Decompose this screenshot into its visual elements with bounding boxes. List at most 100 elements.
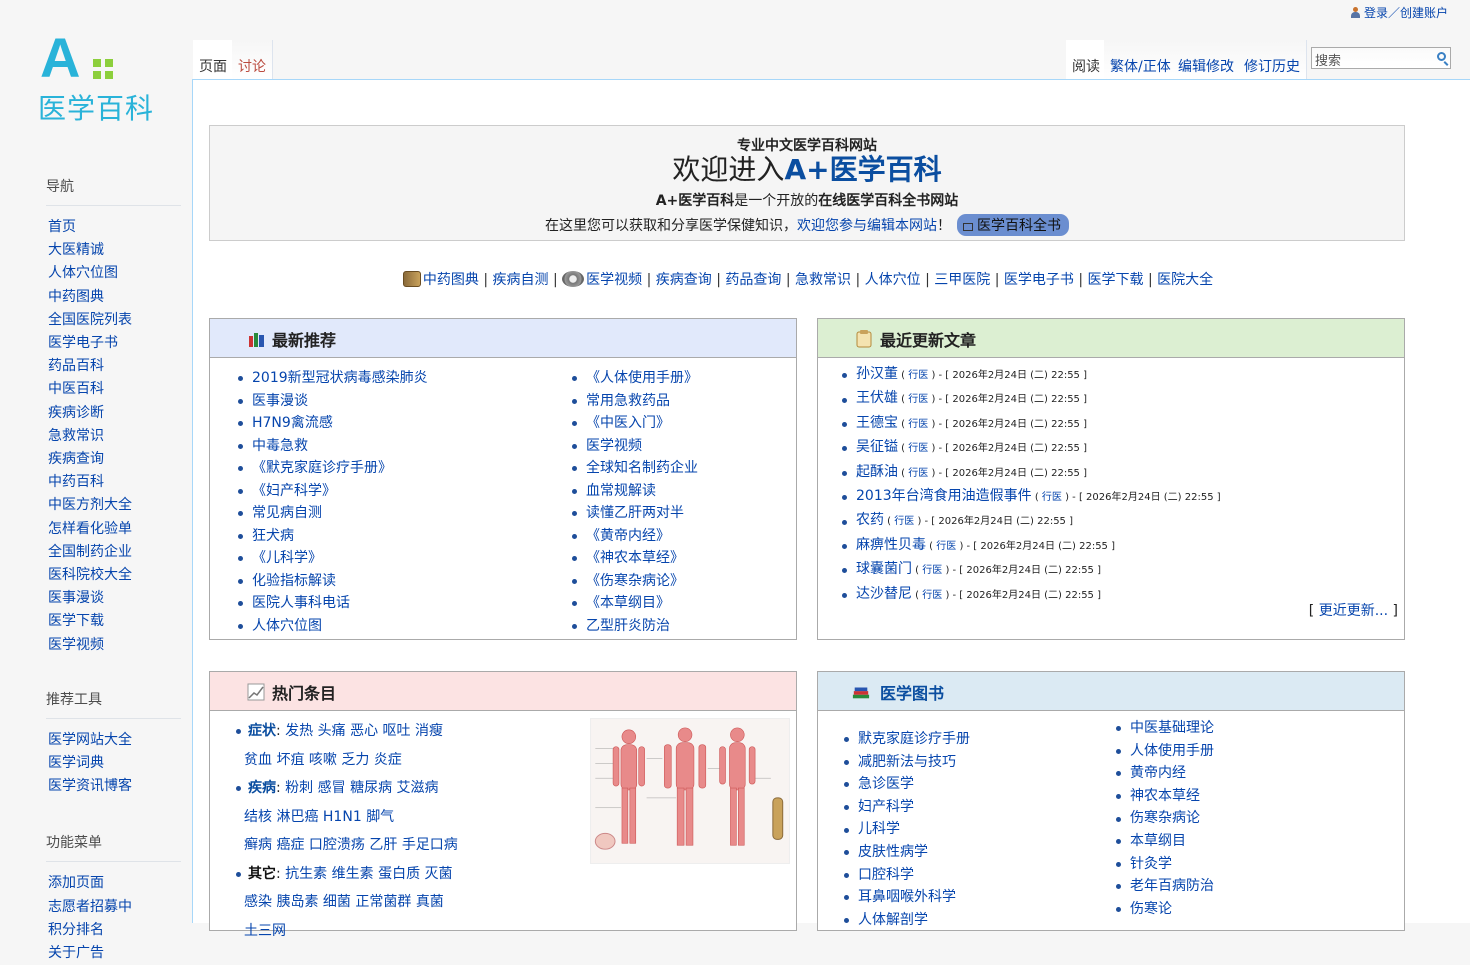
latest-article-link[interactable]: 2019新型冠状病毒感染肺炎 (252, 370, 428, 386)
book-link[interactable]: 耳鼻咽喉外科学 (858, 889, 956, 905)
search-input[interactable]: 搜索 (1311, 47, 1451, 69)
book-link[interactable]: 针灸学 (1130, 856, 1172, 872)
book-link[interactable]: 默克家庭诊疗手册 (858, 731, 970, 747)
disease-link[interactable]: 乙肝 (369, 837, 397, 853)
sidebar-nav-link[interactable]: 全国制药企业 (48, 544, 132, 560)
quick-link[interactable]: 人体穴位 (865, 272, 921, 288)
disease-link[interactable]: 口腔溃疡 (309, 837, 365, 853)
latest-article-link[interactable]: 常见病自测 (252, 505, 322, 521)
tab-history[interactable]: 修订历史 (1238, 40, 1307, 80)
latest-article-link[interactable]: 《默克家庭诊疗手册》 (252, 460, 392, 476)
latest-article-link[interactable]: 读懂乙肝两对半 (586, 505, 684, 521)
sidebar-tool-link[interactable]: 医学词典 (48, 755, 104, 771)
book-link[interactable]: 伤寒杂病论 (1130, 810, 1200, 826)
disease-link[interactable]: 脚气 (366, 809, 394, 825)
other-term-link[interactable]: 蛋白质 (378, 866, 420, 882)
tab-page[interactable]: 页面 (193, 40, 234, 80)
book-link[interactable]: 减肥新法与技巧 (858, 754, 956, 770)
tab-edit[interactable]: 编辑修改 (1172, 40, 1241, 80)
symptom-link[interactable]: 恶心 (350, 723, 378, 739)
book-link[interactable]: 人体解剖学 (858, 912, 928, 928)
latest-article-link[interactable]: 《儿科学》 (252, 550, 322, 566)
sidebar-nav-link[interactable]: 急救常识 (48, 428, 104, 444)
sidebar-nav-link[interactable]: 中药图典 (48, 289, 104, 305)
sidebar-tool-link[interactable]: 医学网站大全 (48, 732, 132, 748)
symptom-link[interactable]: 消瘦 (415, 723, 443, 739)
latest-article-link[interactable]: 中毒急救 (252, 438, 308, 454)
latest-article-link[interactable]: 血常规解读 (586, 483, 656, 499)
latest-article-link[interactable]: 医事漫谈 (252, 393, 308, 409)
disease-link[interactable]: 糖尿病 (350, 780, 392, 796)
other-term-link[interactable]: 胰岛素 (276, 894, 318, 910)
latest-article-link[interactable]: 《中医入门》 (586, 415, 670, 431)
latest-article-link[interactable]: 《伤寒杂病论》 (586, 573, 684, 589)
quick-link[interactable]: 急救常识 (795, 272, 851, 288)
recent-article-link[interactable]: 农药 (856, 512, 884, 528)
symptom-link[interactable]: 发热 (285, 723, 313, 739)
sidebar-nav-link[interactable]: 医事漫谈 (48, 590, 104, 606)
sidebar-nav-link[interactable]: 人体穴位图 (48, 265, 118, 281)
latest-article-link[interactable]: 医院人事科电话 (252, 595, 350, 611)
sidebar-nav-link[interactable]: 疾病诊断 (48, 405, 104, 421)
recent-article-link[interactable]: 吴征镒 (856, 439, 898, 455)
book-link[interactable]: 人体使用手册 (1130, 743, 1214, 759)
sidebar-nav-link[interactable]: 药品百科 (48, 358, 104, 374)
encyclopedia-button[interactable]: 医学百科全书 (957, 214, 1069, 236)
quick-link[interactable]: 医学下载 (1088, 272, 1144, 288)
symptom-link[interactable]: 呕吐 (383, 723, 411, 739)
other-term-link[interactable]: 正常菌群 (355, 894, 411, 910)
book-link[interactable]: 神农本草经 (1130, 788, 1200, 804)
user-login-link[interactable]: 登录／创建账户 (1350, 4, 1448, 21)
more-updates-link[interactable]: 更近更新... (1319, 603, 1388, 619)
recent-user-tag[interactable]: 行医 (922, 590, 942, 601)
book-link[interactable]: 口腔科学 (858, 867, 914, 883)
recent-article-link[interactable]: 麻痹性贝毒 (856, 537, 926, 553)
book-link[interactable]: 妇产科学 (858, 799, 914, 815)
quick-link[interactable]: 医学电子书 (1004, 272, 1074, 288)
latest-article-link[interactable]: 《人体使用手册》 (586, 370, 698, 386)
book-link[interactable]: 本草纲目 (1130, 833, 1186, 849)
sidebar-nav-link[interactable]: 医学视频 (48, 637, 104, 653)
sidebar-tool-link[interactable]: 医学资讯博客 (48, 778, 132, 794)
latest-article-link[interactable]: 《黄帝内经》 (586, 528, 670, 544)
quick-link[interactable]: 医学视频 (586, 272, 642, 288)
disease-link[interactable]: 淋巴癌 (276, 809, 318, 825)
sidebar-nav-link[interactable]: 医学下载 (48, 613, 104, 629)
tab-talk[interactable]: 讨论 (232, 40, 273, 80)
book-link[interactable]: 中医基础理论 (1130, 720, 1214, 736)
latest-article-link[interactable]: 《本草纲目》 (586, 595, 670, 611)
latest-article-link[interactable]: 化验指标解读 (252, 573, 336, 589)
disease-link[interactable]: H1N1 (323, 809, 362, 825)
recent-article-link[interactable]: 2013年台湾食用油造假事件 (856, 488, 1032, 504)
disease-link[interactable]: 癣病 (244, 837, 272, 853)
recent-article-link[interactable]: 王德宝 (856, 415, 898, 431)
other-term-link[interactable]: 真菌 (416, 894, 444, 910)
sidebar-nav-link[interactable]: 中药百科 (48, 474, 104, 490)
sidebar-nav-link[interactable]: 中医方剂大全 (48, 497, 132, 513)
sidebar-function-link[interactable]: 添加页面 (48, 875, 104, 891)
book-link[interactable]: 黄帝内经 (1130, 765, 1186, 781)
latest-article-link[interactable]: 乙型肝炎防治 (586, 618, 670, 634)
book-link[interactable]: 伤寒论 (1130, 901, 1172, 917)
other-term-link[interactable]: 抗生素 (285, 866, 327, 882)
quick-link[interactable]: 中药图典 (423, 272, 479, 288)
latest-article-link[interactable]: 《妇产科学》 (252, 483, 336, 499)
sidebar-nav-link[interactable]: 大医精诚 (48, 242, 104, 258)
recent-user-tag[interactable]: 行医 (908, 468, 928, 479)
sidebar-nav-link[interactable]: 医科院校大全 (48, 567, 132, 583)
quick-link[interactable]: 疾病自测 (493, 272, 549, 288)
recent-user-tag[interactable]: 行医 (908, 394, 928, 405)
tab-variant[interactable]: 繁体/正体 (1104, 40, 1178, 80)
symptom-link[interactable]: 头痛 (318, 723, 346, 739)
disease-link[interactable]: 手足口病 (402, 837, 458, 853)
login-create-account-link[interactable]: 登录／创建账户 (1364, 6, 1448, 20)
symptom-link[interactable]: 咳嗽 (309, 752, 337, 768)
book-link[interactable]: 儿科学 (858, 821, 900, 837)
disease-link[interactable]: 艾滋病 (397, 780, 439, 796)
site-logo[interactable]: A 医学百科 (38, 28, 168, 126)
sidebar-function-link[interactable]: 关于广告 (48, 945, 104, 961)
book-link[interactable]: 皮肤性病学 (858, 844, 928, 860)
other-term-link[interactable]: 灭菌 (425, 866, 453, 882)
latest-article-link[interactable]: 全球知名制药企业 (586, 460, 698, 476)
recent-user-tag[interactable]: 行医 (922, 565, 942, 576)
